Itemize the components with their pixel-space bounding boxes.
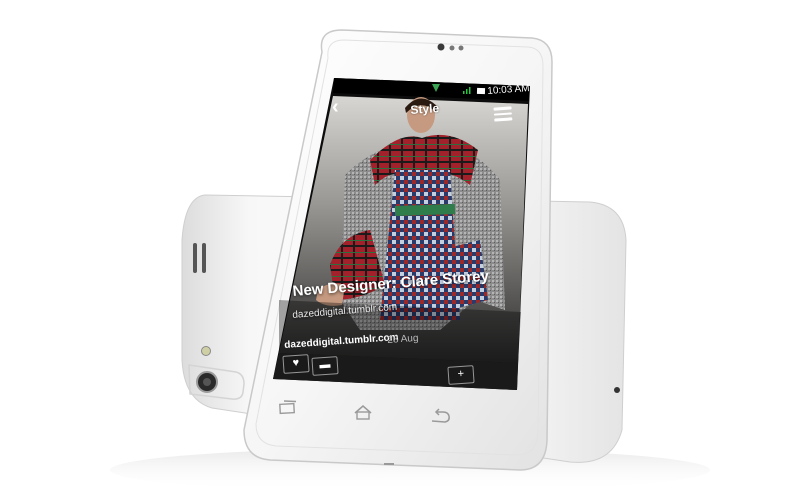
phone-front-view: [243, 29, 553, 471]
speaker-grille: [193, 243, 197, 273]
product-photo: 10:03 AM ‹ Style New Designer: Clare Sto…: [0, 0, 800, 500]
front-camera-icon: [437, 43, 445, 51]
flash-icon: [201, 346, 211, 356]
headphone-jack: [614, 387, 620, 393]
battery-icon: [476, 87, 486, 95]
phone-scene: [110, 29, 710, 492]
